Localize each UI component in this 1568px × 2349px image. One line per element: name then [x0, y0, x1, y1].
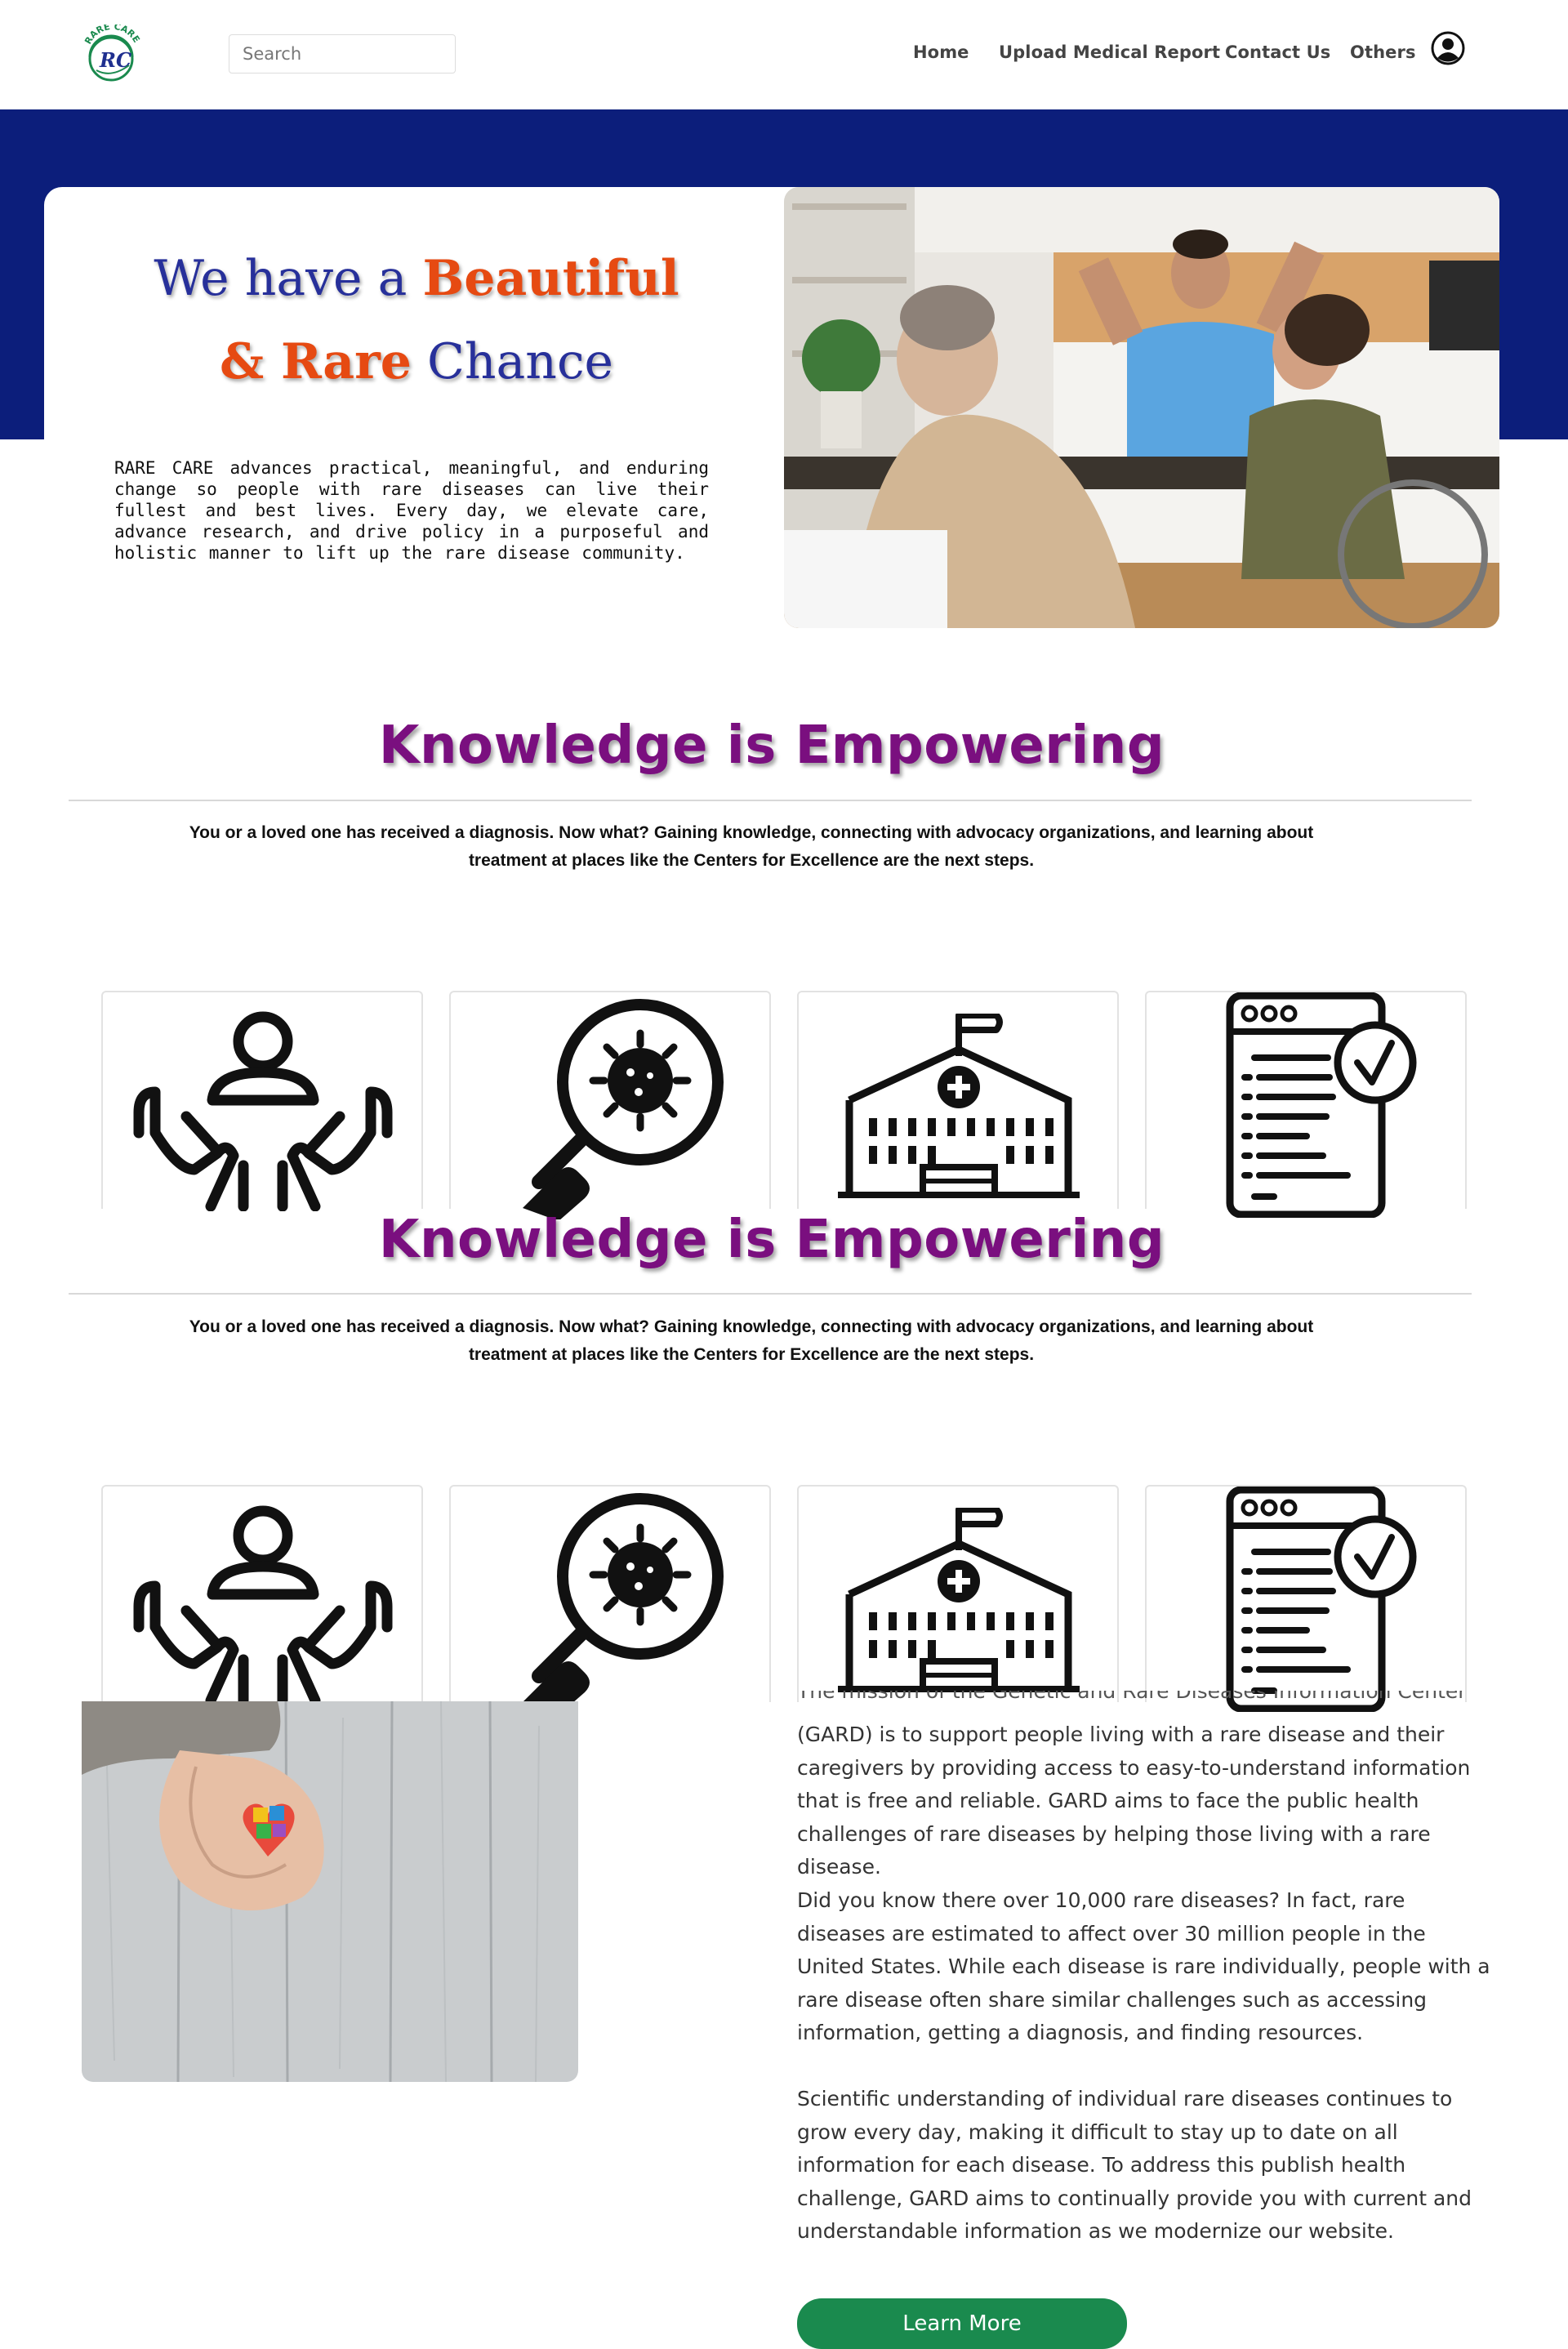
gard-paragraph-1: (GARD) is to support people living with … [797, 1723, 1471, 1879]
knowledge-divider [69, 800, 1472, 801]
svg-text:RC: RC [99, 48, 131, 72]
nav-contact-us-link[interactable]: Contact Us [1225, 42, 1330, 62]
knowledge-description-line1: You or a loved one has received a diagno… [189, 1317, 1314, 1336]
learn-more-button[interactable]: Learn More [797, 2298, 1127, 2349]
hospital-card[interactable] [797, 1485, 1119, 1702]
hero-description: RARE CARE advances practical, meaningful… [114, 458, 709, 563]
hospital-icon [838, 1014, 1080, 1198]
hero-title-part3: & Rare [219, 333, 412, 390]
navbar: RARE CARE RC Home Upload Medical Report … [0, 0, 1568, 109]
hero-photo [784, 187, 1499, 628]
virus-magnifier-icon [523, 999, 724, 1219]
knowledge-description-line1: You or a loved one has received a diagno… [189, 823, 1314, 842]
checklist-document-icon [1226, 1487, 1417, 1712]
rare-care-logo[interactable]: RARE CARE RC [78, 25, 149, 83]
hospital-card[interactable] [797, 991, 1119, 1209]
hero-title-part1: We have a [154, 250, 423, 307]
checklist-card[interactable] [1145, 1485, 1467, 1712]
knowledge-description-line2: treatment at places like the Centers for… [468, 1345, 1035, 1364]
user-profile-icon[interactable] [1431, 31, 1465, 65]
knowledge-divider [69, 1293, 1472, 1295]
hero-title-part2: Beautiful [422, 250, 679, 307]
research-card[interactable] [449, 1485, 771, 1714]
knowledge-description-line2: treatment at places like the Centers for… [468, 851, 1035, 870]
gard-paragraph-3: Scientific understanding of individual r… [797, 2087, 1472, 2243]
nav-upload-medical-report-link[interactable]: Upload Medical Report [999, 42, 1220, 62]
hospital-icon [838, 1508, 1080, 1692]
nav-others-link[interactable]: Others [1350, 42, 1416, 62]
hands-heart-photo [82, 1701, 578, 2082]
knowledge-description: You or a loved one has received a diagno… [163, 819, 1339, 875]
search-input[interactable] [229, 34, 456, 74]
gard-paragraph-2: Did you know there over 10,000 rare dise… [797, 1888, 1490, 2044]
hero-title-part4: Chance [411, 333, 614, 390]
gard-paragraph-partial: The mission of the Genetic and Rare Dise… [797, 1691, 1491, 1710]
nav-home-link[interactable]: Home [913, 42, 969, 62]
care-hands-icon [133, 1505, 393, 1705]
knowledge-description: You or a loved one has received a diagno… [163, 1313, 1339, 1369]
virus-magnifier-icon [523, 1493, 724, 1714]
knowledge-title: Knowledge is Empowering [378, 715, 1165, 776]
knowledge-title: Knowledge is Empowering [378, 1210, 1165, 1270]
checklist-card[interactable] [1145, 991, 1467, 1218]
care-card[interactable] [101, 991, 423, 1211]
care-hands-icon [133, 1011, 393, 1211]
research-card[interactable] [449, 991, 771, 1219]
hero-title: We have a Beautiful & Rare Chance [90, 237, 743, 403]
gard-paragraph-partial-text: The mission of the Genetic and Rare Dise… [797, 1691, 1467, 1703]
checklist-document-icon [1226, 992, 1417, 1218]
care-card[interactable] [101, 1485, 423, 1705]
